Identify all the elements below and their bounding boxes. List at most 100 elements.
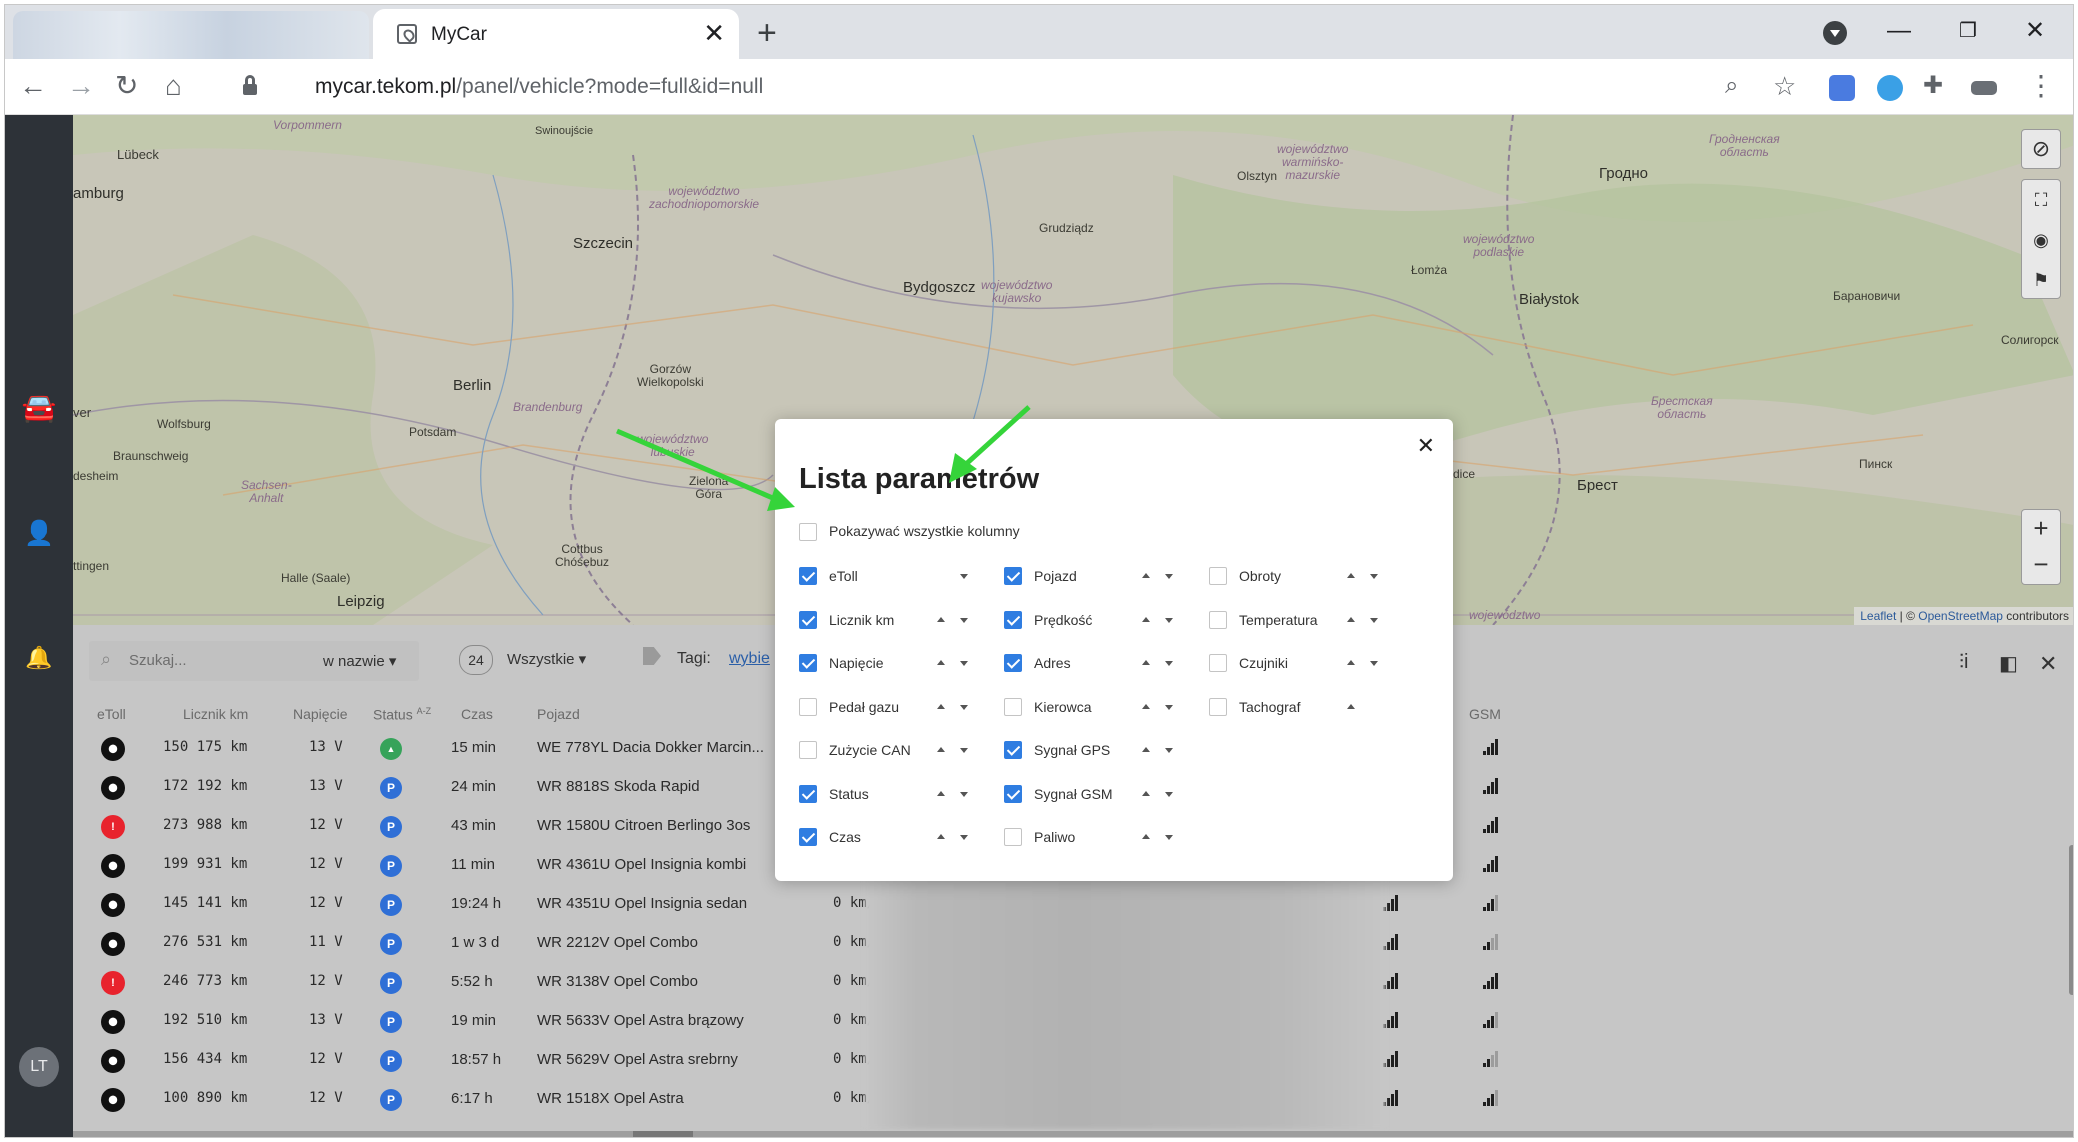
puzzle-extensions-icon[interactable]: ✚ (1923, 69, 1943, 103)
col-etoll[interactable]: eToll (97, 706, 126, 722)
col-vehicle[interactable]: Pojazd (537, 706, 580, 722)
panel-layout-icon[interactable]: ◧ (1999, 651, 2018, 676)
col-gsm[interactable]: GSM (1469, 706, 1501, 722)
move-down-icon[interactable] (1165, 748, 1173, 753)
move-down-icon[interactable] (960, 705, 968, 710)
search-scope-select[interactable]: w nazwie ▾ (323, 652, 396, 670)
notifications-icon[interactable]: 🔔 (5, 645, 73, 671)
restore-button[interactable]: ❐ (1959, 11, 1977, 51)
move-up-icon[interactable] (1347, 617, 1355, 622)
move-down-icon[interactable] (1165, 661, 1173, 666)
map-reset-icon[interactable]: ⊘ (2021, 129, 2061, 169)
more-menu-icon[interactable]: ⋮ (2027, 69, 2055, 103)
move-down-icon[interactable] (1165, 618, 1173, 623)
move-down-icon[interactable] (960, 792, 968, 797)
param-checkbox[interactable] (1004, 567, 1022, 585)
param-checkbox[interactable] (799, 741, 817, 759)
avatar[interactable]: LT (19, 1047, 59, 1087)
column-settings-icon[interactable]: ⫶i (1959, 651, 1968, 674)
param-checkbox[interactable] (1004, 698, 1022, 716)
move-down-icon[interactable] (1165, 705, 1173, 710)
param-checkbox[interactable] (1004, 785, 1022, 803)
filter-select[interactable]: Wszystkie ▾ (507, 650, 586, 668)
param-checkbox[interactable] (799, 698, 817, 716)
move-up-icon[interactable] (1142, 660, 1150, 665)
extension-icon[interactable] (1877, 75, 1903, 101)
move-up-icon[interactable] (1142, 704, 1150, 709)
tags-select-link[interactable]: wybie (729, 650, 770, 668)
zoom-out-button[interactable]: − (2022, 546, 2060, 582)
translate-extension-icon[interactable] (1829, 75, 1855, 101)
move-up-icon[interactable] (1142, 617, 1150, 622)
new-tab-button[interactable]: + (757, 13, 777, 53)
openstreetmap-link[interactable]: OpenStreetMap (1918, 609, 2003, 623)
vehicles-icon[interactable]: 🚘 (5, 391, 73, 424)
visibility-icon[interactable]: ◉ (2022, 220, 2060, 260)
move-down-icon[interactable] (960, 574, 968, 579)
close-dialog-icon[interactable]: ✕ (1417, 433, 1435, 459)
bookmark-star-icon[interactable]: ☆ (1773, 69, 1796, 103)
address-bar[interactable]: mycar.tekom.pl/panel/vehicle?mode=full&i… (223, 65, 1783, 109)
move-down-icon[interactable] (1165, 835, 1173, 840)
move-up-icon[interactable] (937, 791, 945, 796)
close-window-button[interactable]: ✕ (2025, 11, 2045, 51)
fullscreen-icon[interactable]: ⛶ (2022, 180, 2060, 220)
param-checkbox[interactable] (799, 785, 817, 803)
close-tab-icon[interactable]: ✕ (703, 19, 725, 47)
move-up-icon[interactable] (1142, 791, 1150, 796)
param-checkbox[interactable] (1209, 611, 1227, 629)
sign-icon[interactable]: ⚑ (2022, 260, 2060, 300)
horizontal-scrollbar[interactable] (73, 1131, 2073, 1137)
reload-icon[interactable]: ↻ (115, 69, 138, 103)
move-down-icon[interactable] (1370, 618, 1378, 623)
param-checkbox[interactable] (1209, 654, 1227, 672)
col-time[interactable]: Czas (461, 706, 493, 722)
leaflet-link[interactable]: Leaflet (1860, 609, 1896, 623)
param-checkbox[interactable] (1004, 654, 1022, 672)
param-checkbox[interactable] (1209, 698, 1227, 716)
move-down-icon[interactable] (960, 618, 968, 623)
forward-icon[interactable]: → (67, 69, 95, 103)
move-down-icon[interactable] (1370, 661, 1378, 666)
move-down-icon[interactable] (1165, 792, 1173, 797)
param-checkbox[interactable] (799, 654, 817, 672)
param-checkbox[interactable] (1004, 741, 1022, 759)
move-up-icon[interactable] (1347, 573, 1355, 578)
param-checkbox[interactable] (1209, 567, 1227, 585)
profile-extension-icon[interactable] (1971, 81, 1997, 95)
col-voltage[interactable]: Napięcie (293, 706, 347, 722)
show-all-checkbox[interactable] (799, 523, 817, 541)
vertical-scrollbar[interactable] (2069, 845, 2073, 995)
minimize-button[interactable]: — (1887, 11, 1911, 51)
move-down-icon[interactable] (960, 835, 968, 840)
param-checkbox[interactable] (799, 611, 817, 629)
move-up-icon[interactable] (1142, 573, 1150, 578)
col-km[interactable]: Licznik km (183, 706, 248, 722)
zoom-icon[interactable]: ⌕ (1725, 69, 1738, 103)
home-icon[interactable]: ⌂ (165, 69, 182, 103)
move-up-icon[interactable] (1347, 704, 1355, 709)
col-status[interactable]: Status A-Z (373, 706, 431, 723)
url-text[interactable]: mycar.tekom.pl/panel/vehicle?mode=full&i… (315, 75, 763, 99)
move-down-icon[interactable] (1165, 574, 1173, 579)
move-up-icon[interactable] (937, 617, 945, 622)
profile-menu-icon[interactable] (1823, 21, 1847, 45)
lock-icon[interactable] (243, 75, 257, 95)
param-checkbox[interactable] (799, 567, 817, 585)
move-up-icon[interactable] (937, 704, 945, 709)
back-icon[interactable]: ← (19, 69, 47, 103)
move-down-icon[interactable] (1370, 574, 1378, 579)
param-checkbox[interactable] (1004, 611, 1022, 629)
param-checkbox[interactable] (1004, 828, 1022, 846)
move-up-icon[interactable] (937, 834, 945, 839)
blurred-tab[interactable] (13, 11, 369, 59)
move-down-icon[interactable] (960, 661, 968, 666)
move-up-icon[interactable] (937, 660, 945, 665)
move-up-icon[interactable] (1142, 747, 1150, 752)
move-up-icon[interactable] (1347, 660, 1355, 665)
move-up-icon[interactable] (937, 747, 945, 752)
move-up-icon[interactable] (1142, 834, 1150, 839)
zoom-in-button[interactable]: + (2022, 510, 2060, 546)
search-input[interactable]: ⌕ Szukaj... w nazwie ▾ (89, 641, 419, 681)
tab-mycar[interactable]: MyCar ✕ (373, 9, 739, 59)
